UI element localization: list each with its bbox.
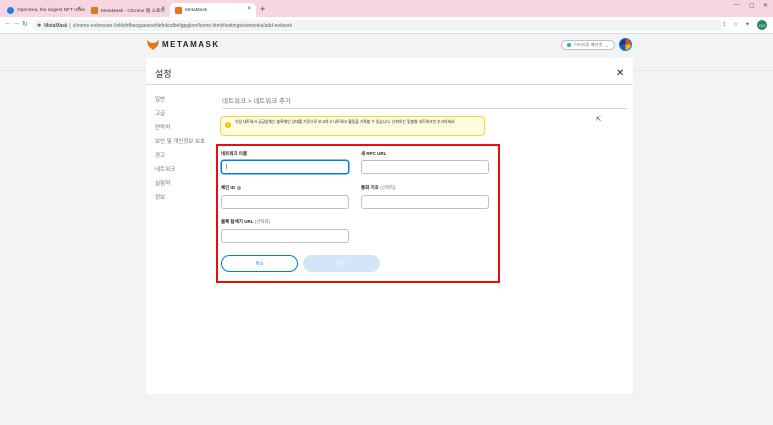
browser-tab-opensea[interactable]: OpenSea, the largest NFT mark × (2, 3, 86, 17)
close-tab-icon[interactable]: × (77, 6, 81, 12)
highlight-box (216, 144, 500, 283)
extensions-puzzle-icon[interactable]: ✦ (745, 21, 750, 28)
divider (222, 108, 627, 109)
new-tab-icon[interactable]: + (260, 4, 265, 14)
sidebar-item-contacts[interactable]: 연락처 (155, 123, 170, 131)
extension-icon: ✱ (37, 22, 42, 29)
url-text: chrome-extension://nkbihfbeogaeaoehlefnk… (72, 22, 293, 29)
browser-toolbar: ← → ↻ ✱ MetaMask | chrome-extension://nk… (0, 17, 773, 34)
close-tab-icon[interactable]: × (161, 6, 165, 12)
browser-tab-webstore[interactable]: MetaMask - Chrome 웹 스토어 × (86, 3, 170, 17)
divider (146, 84, 633, 85)
mouse-cursor-icon: ⇱ (596, 117, 602, 123)
tab-title: MetaMask (185, 7, 208, 13)
account-avatar[interactable] (619, 38, 632, 51)
profile-avatar[interactable]: CH (757, 20, 767, 30)
minimize-icon[interactable]: — (734, 2, 740, 8)
sidebar-item-networks[interactable]: 네트워크 (155, 165, 175, 173)
warning-text: 악성 네트워크 공급업체는 블록체인 상태를 거짓으로 보고하고 네트워크 활동… (235, 120, 456, 124)
sidebar-item-experimental[interactable]: 실험적 (155, 179, 170, 187)
sidebar-item-alerts[interactable]: 경고 (155, 151, 165, 159)
close-icon[interactable]: ✕ (616, 68, 624, 79)
warning-icon: ! (225, 122, 231, 128)
settings-title: 설정 (155, 69, 172, 79)
metamask-wordmark[interactable]: METAMASK (162, 40, 220, 49)
separator: | (69, 22, 71, 29)
network-name: 이더리움 메인넷 (574, 42, 603, 47)
network-selector[interactable]: 이더리움 메인넷 ⌄ (561, 40, 615, 50)
tab-title: MetaMask - Chrome 웹 스토어 (101, 8, 165, 14)
back-icon[interactable]: ← (4, 20, 11, 27)
metamask-favicon (91, 6, 98, 14)
close-tab-icon[interactable]: × (247, 6, 251, 12)
address-bar[interactable]: ✱ MetaMask | chrome-extension://nkbihfbe… (32, 20, 722, 31)
warning-banner: ! 악성 네트워크 공급업체는 블록체인 상태를 거짓으로 보고하고 네트워크 … (220, 116, 485, 136)
sidebar-item-advanced[interactable]: 고급 (155, 109, 165, 117)
chevron-down-icon: ⌄ (605, 42, 609, 48)
forward-icon[interactable]: → (13, 20, 20, 27)
network-status-dot (567, 43, 571, 47)
tab-title: OpenSea, the largest NFT mark (17, 7, 85, 13)
metamask-fox-logo[interactable] (147, 40, 159, 50)
sidebar-item-security[interactable]: 보안 및 개인정보 보호 (155, 137, 205, 145)
browser-tab-strip: OpenSea, the largest NFT mark × MetaMask… (0, 0, 773, 17)
close-window-icon[interactable]: ✕ (763, 2, 768, 9)
sidebar-item-about[interactable]: 정보 (155, 193, 165, 201)
metamask-favicon (175, 6, 182, 14)
share-icon[interactable]: ⇪ (722, 21, 727, 28)
sidebar-item-general[interactable]: 일반 (155, 95, 165, 103)
browser-tab-metamask[interactable]: MetaMask × (170, 3, 256, 17)
opensea-favicon (7, 6, 14, 14)
maximize-icon[interactable]: ▢ (749, 2, 755, 9)
reload-icon[interactable]: ↻ (22, 20, 28, 28)
bookmark-star-icon[interactable]: ☆ (733, 21, 738, 28)
breadcrumb[interactable]: 네트워크 > 네트워크 추가 (222, 95, 291, 105)
site-label: MetaMask (44, 22, 68, 29)
